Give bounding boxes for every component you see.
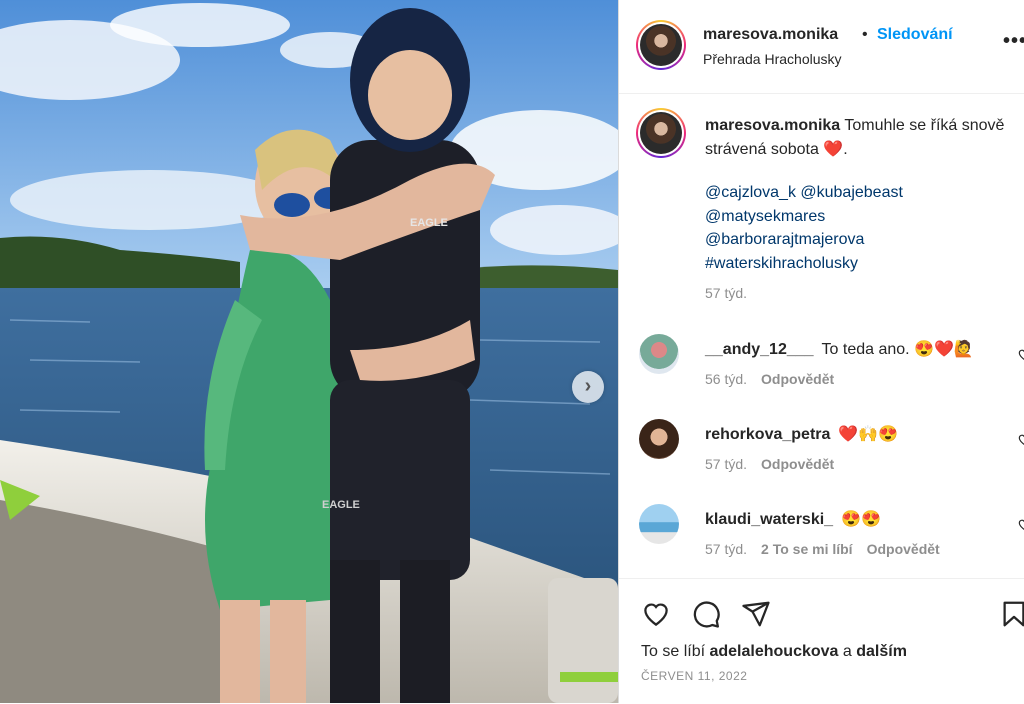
comment-item: rehorkova_petra ❤️🙌😍 57 týd. Odpovědět: [639, 419, 1024, 479]
reply-button[interactable]: Odpovědět: [867, 541, 940, 557]
comment-body: __andy_12___ To teda ano. 😍❤️🙋: [705, 339, 974, 359]
reply-button[interactable]: Odpovědět: [761, 371, 834, 387]
commenter-avatar[interactable]: [639, 419, 679, 459]
comment-time: 56 týd.: [705, 371, 748, 387]
commenter-username[interactable]: klaudi_waterski_: [705, 511, 833, 528]
comment-icon[interactable]: [691, 599, 721, 629]
post-header: maresova.monika • Sledování Přehrada Hra…: [619, 0, 1024, 94]
comment-like-icon[interactable]: [1017, 432, 1024, 446]
comment-text: To teda ano. 😍❤️🙋: [821, 341, 974, 358]
tag-line[interactable]: @barborarajtmajerova: [705, 228, 903, 252]
comment-time: 57 týd.: [705, 456, 748, 472]
tag-line[interactable]: #waterskihracholusky: [705, 252, 903, 276]
post-actions: To se líbí adelalehouckova a dalším ČERV…: [619, 578, 1024, 704]
commenter-avatar[interactable]: [639, 504, 679, 544]
photo-illustration: EAGLE EAGLE: [0, 0, 618, 703]
vest-label: EAGLE: [410, 217, 448, 229]
commenter-username[interactable]: rehorkova_petra: [705, 426, 830, 443]
send-icon[interactable]: [741, 599, 771, 629]
tag-line[interactable]: @matysekmares: [705, 205, 903, 229]
post-photo[interactable]: EAGLE EAGLE ›: [0, 0, 618, 703]
post-location[interactable]: Přehrada Hracholusky: [703, 51, 842, 67]
likes-middle: a: [842, 643, 852, 660]
author-username[interactable]: maresova.monika: [703, 26, 838, 44]
comment-meta: 57 týd. 2 To se mi líbí Odpovědět: [705, 541, 954, 557]
comment-like-icon[interactable]: [1017, 517, 1024, 531]
likes-user[interactable]: adelalehouckova: [709, 643, 838, 660]
post-date[interactable]: ČERVEN 11, 2022: [641, 669, 747, 683]
follow-button[interactable]: Sledování: [877, 26, 953, 44]
caption-avatar[interactable]: [636, 108, 686, 158]
bookmark-icon[interactable]: [999, 599, 1024, 629]
comment-item: __andy_12___ To teda ano. 😍❤️🙋 56 týd. Odp…: [639, 334, 1024, 394]
caption-username[interactable]: maresova.monika: [705, 117, 840, 134]
next-image-button[interactable]: ›: [572, 371, 604, 403]
comment-item: klaudi_waterski_ 😍😍 57 týd. 2 To se mi líb…: [639, 504, 1024, 564]
comment-body: klaudi_waterski_ 😍😍: [705, 509, 881, 529]
comment-time: 57 týd.: [705, 541, 748, 557]
shorts-label: EAGLE: [322, 499, 360, 511]
separator-dot: •: [862, 26, 868, 43]
commenter-username[interactable]: __andy_12___: [705, 341, 814, 358]
tag-line[interactable]: @cajzlova_k @kubajebeast: [705, 181, 903, 205]
commenter-avatar[interactable]: [639, 334, 679, 374]
more-options-icon[interactable]: •••: [1003, 30, 1024, 53]
caption-tags: @cajzlova_k @kubajebeast @matysekmares @…: [705, 181, 903, 275]
comment-text: 😍😍: [841, 511, 881, 528]
caption-timestamp: 57 týd.: [705, 285, 748, 301]
comment-text: ❤️🙌😍: [838, 426, 899, 443]
heart-icon[interactable]: [641, 599, 671, 629]
caption: maresova.monika Tomuhle se říká snově st…: [705, 114, 1005, 161]
likes-prefix: To se líbí: [641, 643, 706, 660]
likes-others[interactable]: dalším: [856, 643, 907, 660]
reply-button[interactable]: Odpovědět: [761, 456, 834, 472]
chevron-right-icon: ›: [584, 375, 592, 397]
comment-meta: 57 týd. Odpovědět: [705, 456, 848, 472]
comment-meta: 56 týd. Odpovědět: [705, 371, 848, 387]
comment-like-icon[interactable]: [1017, 347, 1024, 361]
likes-summary: To se líbí adelalehouckova a dalším: [641, 643, 907, 661]
comment-body: rehorkova_petra ❤️🙌😍: [705, 424, 898, 444]
comment-likes-count[interactable]: 2 To se mi líbí: [761, 541, 853, 557]
author-avatar[interactable]: [636, 20, 686, 70]
post-sidebar: maresova.monika • Sledování Přehrada Hra…: [618, 0, 1024, 703]
